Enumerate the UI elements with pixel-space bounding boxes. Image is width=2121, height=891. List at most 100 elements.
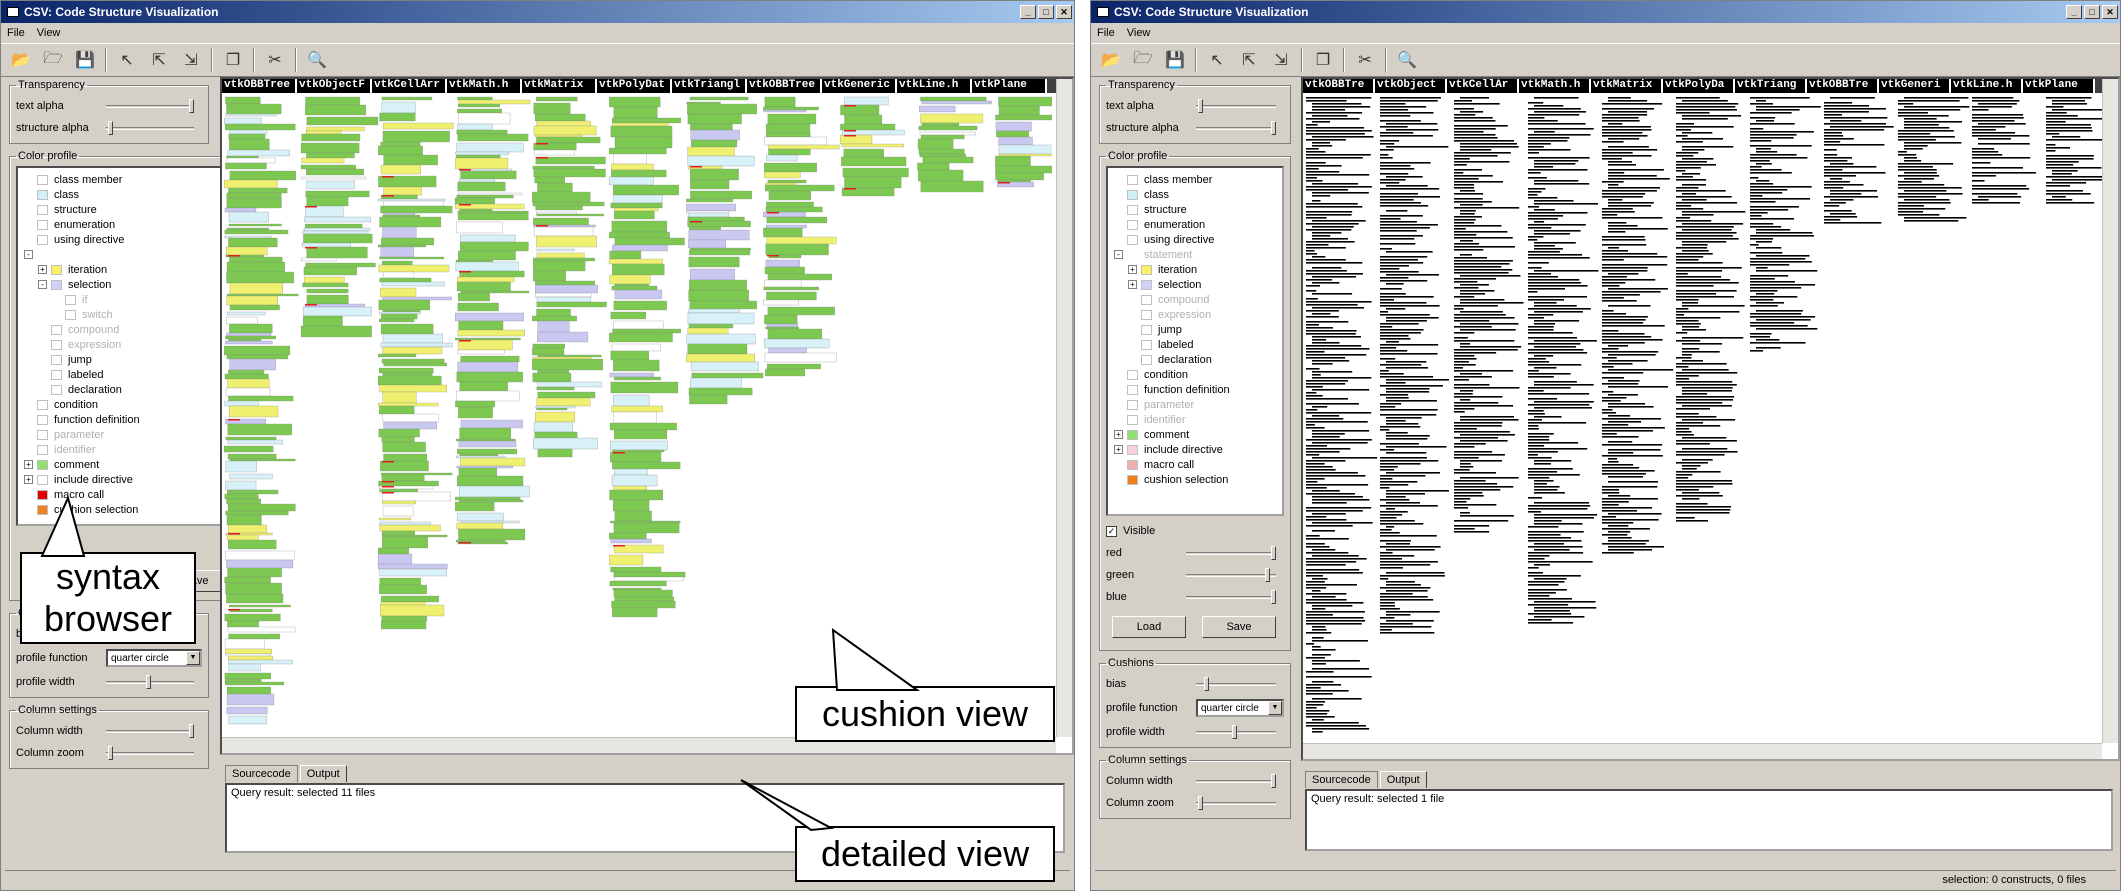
expand-icon[interactable]: + xyxy=(24,460,33,469)
column-header[interactable]: vtkObject xyxy=(1375,79,1447,93)
column-header[interactable]: vtkTriangl xyxy=(672,79,747,93)
select-add-icon[interactable]: ⇲ xyxy=(1267,47,1295,73)
column-header[interactable]: vtkPolyDat xyxy=(597,79,672,93)
column-zoom-slider[interactable] xyxy=(1196,795,1276,810)
copy-icon[interactable]: ❐ xyxy=(1309,47,1337,73)
column-header[interactable]: vtkGeneric xyxy=(822,79,897,93)
cut-icon[interactable]: ✂ xyxy=(1351,47,1379,73)
zoom-icon[interactable]: 🔍 xyxy=(1393,47,1421,73)
open-file-icon[interactable]: 🗁 xyxy=(1129,47,1157,73)
color-swatch[interactable] xyxy=(37,219,48,230)
tree-item[interactable]: using directive xyxy=(1110,232,1280,247)
tree-item[interactable]: - xyxy=(20,247,252,262)
column-header[interactable]: vtkTriang xyxy=(1735,79,1807,93)
open-folder-icon[interactable]: 📂 xyxy=(1097,47,1125,73)
tree-item[interactable]: structure xyxy=(1110,202,1280,217)
column-header[interactable]: vtkMatrix xyxy=(522,79,597,93)
profile-width-slider[interactable] xyxy=(106,674,194,689)
tree-item[interactable]: class xyxy=(1110,187,1280,202)
pointer-icon[interactable]: ↖ xyxy=(1203,47,1231,73)
color-swatch[interactable] xyxy=(1127,384,1138,395)
collapse-icon[interactable]: - xyxy=(1114,250,1123,259)
color-swatch[interactable] xyxy=(1127,369,1138,380)
color-swatch[interactable] xyxy=(51,354,62,365)
expand-icon[interactable]: + xyxy=(1128,265,1137,274)
vertical-scrollbar[interactable] xyxy=(2102,79,2118,743)
tree-item[interactable]: parameter xyxy=(20,427,252,442)
profile-width-slider[interactable] xyxy=(1196,724,1276,739)
open-folder-icon[interactable]: 📂 xyxy=(7,47,35,73)
expand-icon[interactable]: + xyxy=(38,265,47,274)
column-header[interactable]: vtkOBBTree xyxy=(222,79,297,93)
tree-item[interactable]: labeled xyxy=(1110,337,1280,352)
tree-item[interactable]: jump xyxy=(1110,322,1280,337)
expand-icon[interactable]: + xyxy=(24,475,33,484)
color-swatch[interactable] xyxy=(37,429,48,440)
tree-item[interactable]: if xyxy=(20,292,252,307)
tree-item[interactable]: class member xyxy=(1110,172,1280,187)
column-header[interactable]: vtkPolyDa xyxy=(1663,79,1735,93)
color-swatch[interactable] xyxy=(1127,459,1138,470)
structure-alpha-slider[interactable] xyxy=(1196,120,1276,135)
cushion-view[interactable]: vtkOBBTree vtkObjectF vtkCellArr vtkMath.h v… xyxy=(220,77,1074,755)
column-width-slider[interactable] xyxy=(1196,773,1276,788)
tree-item[interactable]: parameter xyxy=(1110,397,1280,412)
color-swatch[interactable] xyxy=(1127,189,1138,200)
expand-icon[interactable]: + xyxy=(1114,445,1123,454)
horizontal-scrollbar[interactable] xyxy=(1303,743,2102,759)
column-header[interactable]: vtkObjectF xyxy=(297,79,372,93)
close-button[interactable]: ✕ xyxy=(2102,5,2118,19)
color-swatch[interactable] xyxy=(37,444,48,455)
tree-item[interactable]: compound xyxy=(20,322,252,337)
cut-icon[interactable]: ✂ xyxy=(261,47,289,73)
color-swatch[interactable] xyxy=(51,369,62,380)
color-swatch[interactable] xyxy=(1127,429,1138,440)
column-header[interactable]: vtkMatrix xyxy=(1591,79,1663,93)
text-alpha-slider[interactable] xyxy=(1196,98,1276,113)
color-swatch[interactable] xyxy=(1127,399,1138,410)
color-swatch[interactable] xyxy=(1127,219,1138,230)
tree-item[interactable]: cushion selection xyxy=(1110,472,1280,487)
tree-item[interactable]: identifier xyxy=(20,442,252,457)
tree-item[interactable]: declaration xyxy=(1110,352,1280,367)
detailed-view[interactable]: vtkOBBTre vtkObject vtkCellAr vtkMath.h vtkM… xyxy=(1301,77,2120,761)
load-button[interactable]: Load xyxy=(1112,616,1186,638)
color-swatch[interactable] xyxy=(1141,339,1152,350)
menu-file[interactable]: File xyxy=(7,27,25,39)
tree-item[interactable]: class member xyxy=(20,172,252,187)
open-file-icon[interactable]: 🗁 xyxy=(39,47,67,73)
column-header[interactable]: vtkPlane xyxy=(972,79,1047,93)
tree-item[interactable]: identifier xyxy=(1110,412,1280,427)
tree-item[interactable]: expression xyxy=(1110,307,1280,322)
color-swatch[interactable] xyxy=(1127,174,1138,185)
tree-item[interactable]: + iteration xyxy=(20,262,252,277)
column-header[interactable]: vtkPlane xyxy=(2023,79,2095,93)
tree-item[interactable]: declaration xyxy=(20,382,252,397)
color-swatch[interactable] xyxy=(37,204,48,215)
tree-item[interactable]: compound xyxy=(1110,292,1280,307)
color-swatch[interactable] xyxy=(1141,324,1152,335)
tab-output[interactable]: Output xyxy=(1379,771,1427,788)
color-swatch[interactable] xyxy=(37,414,48,425)
minimize-button[interactable]: _ xyxy=(1020,5,1036,19)
save-profile-button[interactable]: Save xyxy=(1202,616,1276,638)
tree-item[interactable]: + iteration xyxy=(1110,262,1280,277)
collapse-icon[interactable]: - xyxy=(38,280,47,289)
tree-item[interactable]: - selection xyxy=(20,277,252,292)
tree-item[interactable]: switch xyxy=(20,307,252,322)
column-width-slider[interactable] xyxy=(106,723,194,738)
tree-item[interactable]: - statement xyxy=(1110,247,1280,262)
save-icon[interactable]: 💾 xyxy=(1161,47,1189,73)
color-swatch[interactable] xyxy=(1141,309,1152,320)
column-header[interactable]: vtkGeneri xyxy=(1879,79,1951,93)
color-swatch[interactable] xyxy=(1127,414,1138,425)
color-swatch[interactable] xyxy=(1141,279,1152,290)
green-slider[interactable] xyxy=(1186,567,1276,582)
tree-item[interactable]: class xyxy=(20,187,252,202)
column-header[interactable]: vtkCellArr xyxy=(372,79,447,93)
color-swatch[interactable] xyxy=(1127,474,1138,485)
visible-checkbox[interactable]: ✓ xyxy=(1106,525,1117,537)
tree-item[interactable]: enumeration xyxy=(20,217,252,232)
color-swatch[interactable] xyxy=(1127,444,1138,455)
blue-slider[interactable] xyxy=(1186,589,1276,604)
